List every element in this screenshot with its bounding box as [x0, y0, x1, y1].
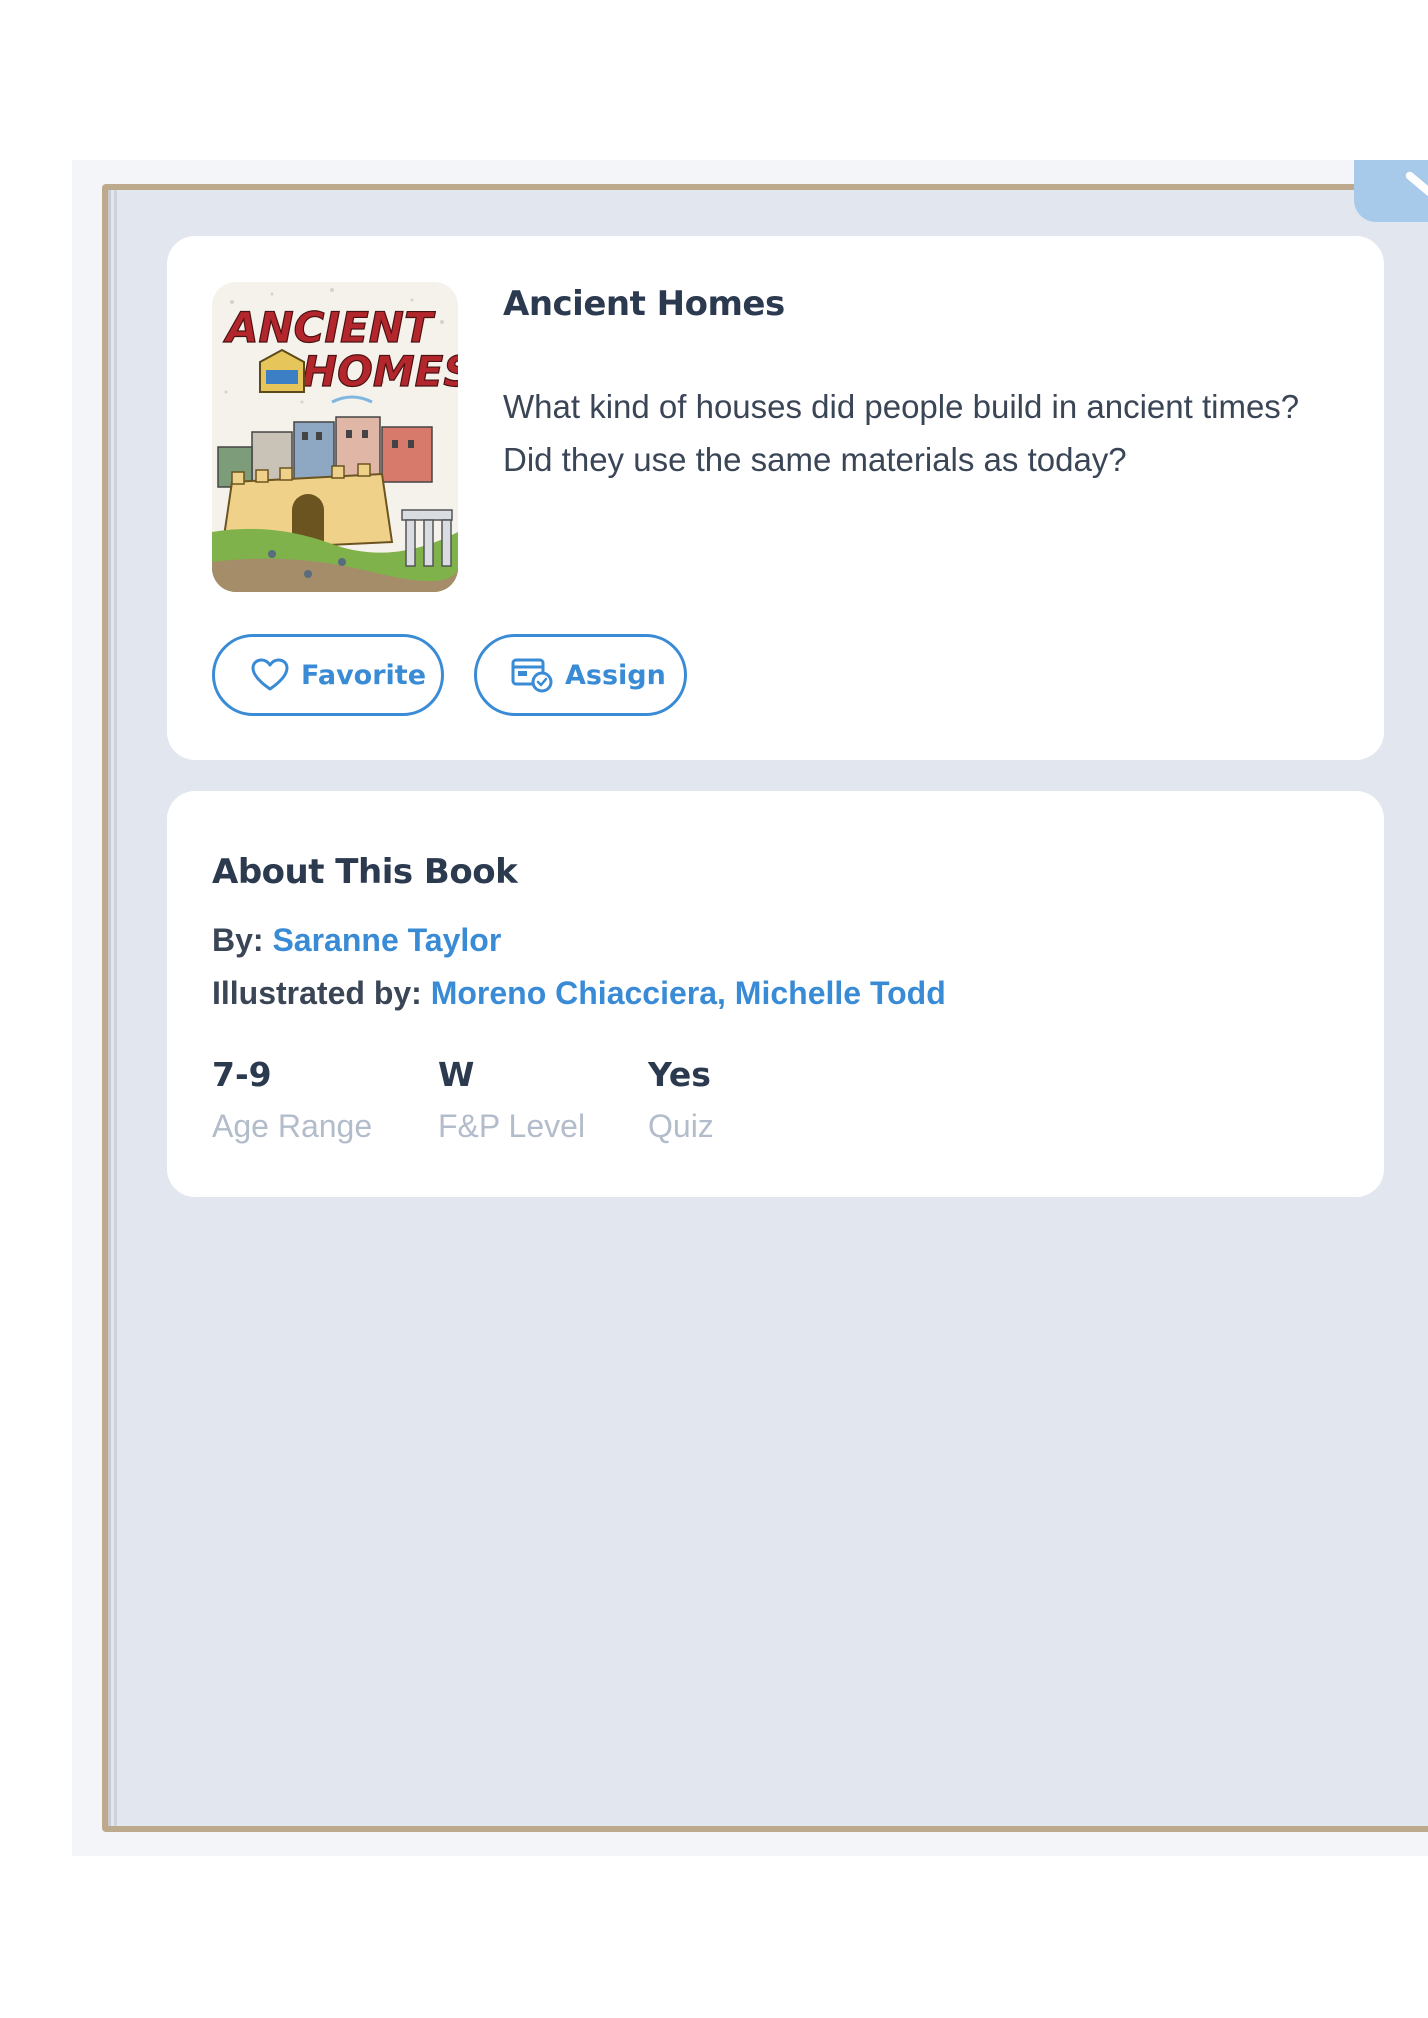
book-cover-illustration: ANCIENT HOMES — [212, 282, 458, 592]
close-tab-button[interactable] — [1354, 160, 1428, 222]
favorite-label: Favorite — [301, 659, 427, 691]
book-cover-image[interactable]: ANCIENT HOMES — [212, 282, 458, 592]
author-prefix: By: — [212, 922, 264, 958]
stat-quiz: Yes Quiz — [648, 1054, 714, 1146]
stat-label: Quiz — [648, 1108, 714, 1144]
stat-label: Age Range — [212, 1108, 373, 1144]
stat-label: F&P Level — [438, 1108, 586, 1144]
assign-label: Assign — [565, 659, 666, 691]
stat-value: W — [438, 1055, 475, 1094]
stat-value: 7-9 — [212, 1055, 272, 1094]
book-description: What kind of houses did people build in … — [503, 388, 1300, 478]
author-link[interactable]: Saranne Taylor — [272, 922, 501, 958]
assign-button[interactable]: Assign — [474, 634, 687, 716]
illustrator-line: Illustrated by: Moreno Chiacciera, Miche… — [212, 975, 946, 1012]
assign-icon — [511, 657, 553, 693]
svg-text:HOMES: HOMES — [302, 347, 458, 396]
illustrator-link[interactable]: Moreno Chiacciera, Michelle Todd — [431, 975, 946, 1011]
stat-fp-level: W F&P Level — [438, 1054, 585, 1146]
heart-icon — [251, 658, 289, 692]
favorite-button[interactable]: Favorite — [212, 634, 444, 716]
illustrator-prefix: Illustrated by: — [212, 975, 422, 1011]
svg-text:ANCIENT: ANCIENT — [223, 303, 436, 352]
author-line: By: Saranne Taylor — [212, 922, 501, 959]
stat-value: Yes — [648, 1055, 711, 1094]
book-title: Ancient Homes — [503, 284, 785, 324]
stat-age-range: 7-9 Age Range — [212, 1054, 372, 1146]
about-heading: About This Book — [212, 852, 518, 892]
